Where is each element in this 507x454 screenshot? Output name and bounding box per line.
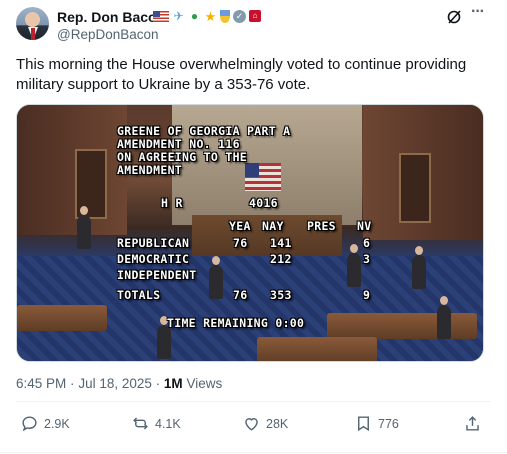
views-label: Views (186, 376, 223, 391)
overlay-party: DEMOCRATIC (117, 252, 190, 266)
tweet-time[interactable]: 6:45 PM (16, 376, 66, 391)
avatar[interactable] (16, 7, 49, 40)
airplane-icon: ✈ (173, 8, 184, 23)
repost-count: 4.1K (155, 416, 181, 431)
overlay-col-pres: PRES (307, 219, 336, 233)
medal-icon (220, 9, 230, 23)
more-options-icon[interactable]: ··· (471, 4, 489, 23)
affiliate-badge-icon[interactable]: ⌂ (249, 10, 261, 22)
overlay-hr-label: H R (161, 196, 183, 210)
bookmark-button[interactable]: 776 (354, 414, 399, 433)
overlay-col-yea: YEA (229, 219, 251, 233)
overlay-col-nv: NV (357, 219, 372, 233)
tweet: Rep. Don Bacon ✈ ● ★ ✓ ⌂ @RepDonBacon ··… (0, 0, 507, 454)
author-name[interactable]: Rep. Don Bacon (57, 9, 165, 25)
repost-icon (133, 417, 148, 430)
overlay-nv: 3 (363, 252, 371, 266)
reply-icon (22, 416, 37, 432)
tweet-media-image[interactable]: GREENE OF GEORGIA PART A AMENDMENT NO. 1… (16, 104, 484, 362)
views-count: 1M (163, 376, 183, 391)
star-icon: ★ (204, 8, 217, 24)
overlay-party: REPUBLICAN (117, 236, 190, 250)
bottom-divider (0, 452, 507, 453)
like-count: 28K (266, 416, 289, 431)
overlay-col-nay: NAY (262, 219, 284, 233)
tweet-meta: 6:45 PM · Jul 18, 2025 · 1M Views (16, 376, 222, 391)
overlay-nv: 6 (363, 236, 371, 250)
verified-badge-icon[interactable]: ✓ (233, 9, 246, 23)
grok-icon[interactable] (446, 9, 462, 25)
overlay-hr-number: 4016 (249, 196, 278, 210)
meta-separator: · (70, 376, 75, 391)
tractor-icon: ● (190, 8, 199, 23)
meta-separator: · (155, 376, 161, 391)
overlay-title: AMENDMENT (117, 163, 183, 177)
action-bar: 2.9K 4.1K 28K 776 (0, 414, 507, 438)
overlay-yea: 76 (233, 236, 248, 250)
reply-button[interactable]: 2.9K (20, 414, 70, 433)
overlay-nay: 141 (270, 236, 292, 250)
like-button[interactable]: 28K (242, 414, 288, 433)
us-flag-icon (153, 10, 169, 22)
share-button[interactable] (463, 414, 482, 433)
repost-button[interactable]: 4.1K (131, 414, 181, 433)
overlay-nv: 9 (363, 288, 371, 302)
tweet-date[interactable]: Jul 18, 2025 (78, 376, 152, 391)
avatar-tie (31, 28, 35, 40)
share-icon (466, 416, 479, 431)
overlay-party: TOTALS (117, 288, 161, 302)
overlay-nay: 353 (270, 288, 292, 302)
tweet-text: This morning the House overwhelmingly vo… (16, 56, 467, 93)
divider (16, 401, 491, 402)
overlay-party: INDEPENDENT (117, 268, 197, 282)
heart-icon (245, 418, 258, 431)
reply-count: 2.9K (44, 416, 70, 431)
vote-tally-overlay: GREENE OF GEORGIA PART A AMENDMENT NO. 1… (17, 105, 483, 361)
bookmark-icon (358, 416, 369, 432)
bookmark-count: 776 (378, 416, 399, 431)
overlay-time-remaining: TIME REMAINING 0:00 (167, 316, 305, 330)
overlay-nay: 212 (270, 252, 292, 266)
author-emoji-badges: ✈ ● ★ ✓ ⌂ (153, 8, 261, 24)
author-handle[interactable]: @RepDonBacon (57, 27, 159, 42)
overlay-yea: 76 (233, 288, 248, 302)
